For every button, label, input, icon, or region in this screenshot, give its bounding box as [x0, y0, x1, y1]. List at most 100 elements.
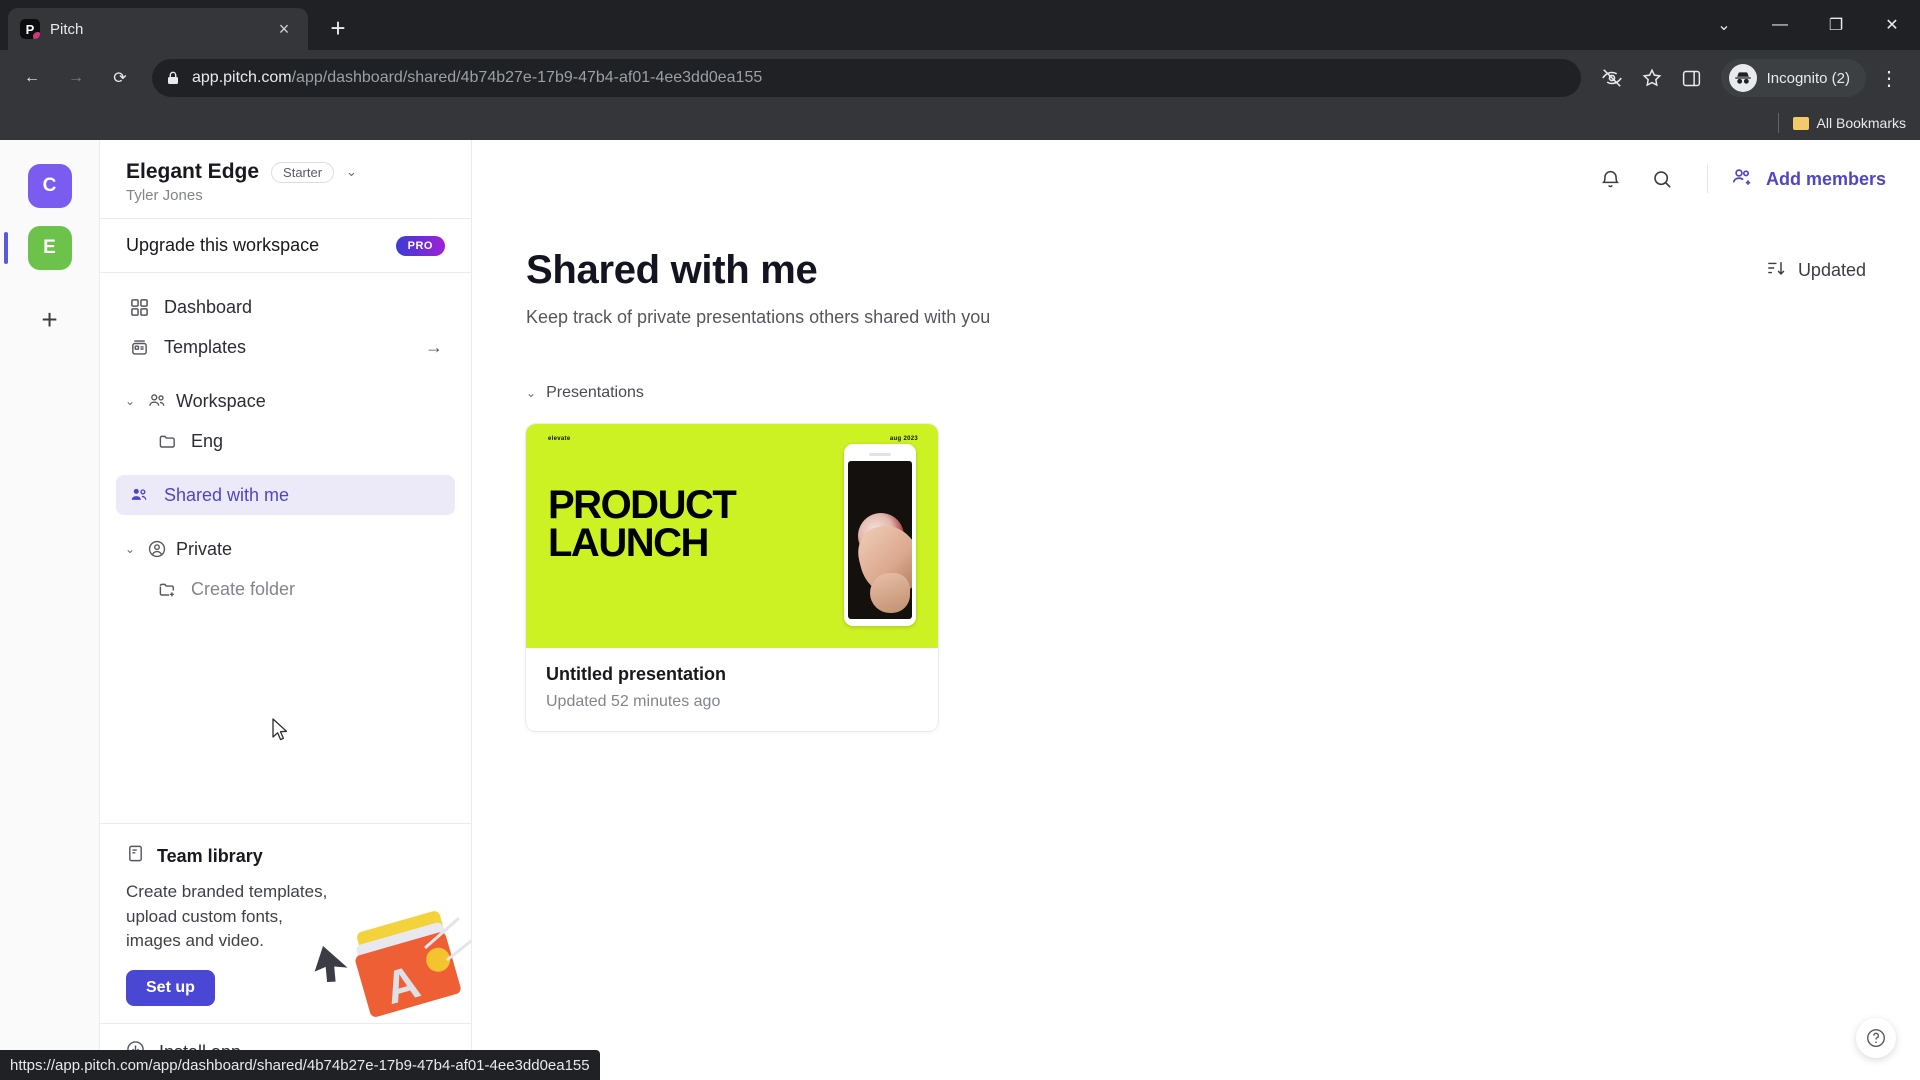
folder-icon: [156, 430, 178, 452]
grid-icon: [128, 296, 150, 318]
add-members-button[interactable]: Add members: [1730, 165, 1886, 194]
maximize-icon[interactable]: ❐: [1808, 0, 1864, 50]
all-bookmarks-label: All Bookmarks: [1816, 115, 1906, 131]
minimize-icon[interactable]: —: [1752, 0, 1808, 50]
workspace-avatar-e[interactable]: E: [3, 226, 72, 270]
search-icon[interactable]: [1641, 157, 1685, 201]
back-icon[interactable]: ←: [12, 58, 52, 98]
presentation-thumbnail: elevate aug 2023 PRODUCT LAUNCH: [526, 424, 938, 648]
thumbnail-title: PRODUCT LAUNCH: [548, 483, 737, 566]
browser-status-bar: https://app.pitch.com/app/dashboard/shar…: [0, 1050, 600, 1080]
address-bar[interactable]: app.pitch.com/app/dashboard/shared/4b74b…: [152, 59, 1581, 97]
phone-notch: [869, 453, 891, 456]
chevron-down-icon[interactable]: ⌄: [526, 386, 536, 400]
templates-icon: [128, 336, 150, 358]
sidebar-item-label: Shared with me: [164, 484, 290, 505]
browser-menu-icon[interactable]: ⋮: [1870, 59, 1908, 97]
sidebar: Elegant Edge Starter ⌄ Tyler Jones Upgra…: [100, 140, 472, 1080]
presentation-card[interactable]: elevate aug 2023 PRODUCT LAUNCH Untitled…: [526, 424, 938, 731]
sidebar-item-create-folder[interactable]: Create folder: [116, 569, 455, 609]
sidebar-group-private[interactable]: ⌄ Private: [116, 529, 455, 569]
chevron-down-icon[interactable]: ⌄: [122, 542, 138, 556]
app-topbar: Add members: [472, 140, 1920, 218]
workspace-avatar-letter: C: [42, 175, 57, 196]
close-window-icon[interactable]: ✕: [1864, 0, 1920, 50]
sidebar-group-workspace[interactable]: ⌄ Workspace: [116, 381, 455, 421]
profile-chip[interactable]: Incognito (2): [1720, 59, 1866, 97]
shared-people-icon: [128, 484, 150, 506]
tab-search-icon[interactable]: ⌄: [1696, 0, 1752, 50]
browser-toolbar: ← → ⟳ app.pitch.com/app/dashboard/shared…: [0, 50, 1920, 106]
reload-icon[interactable]: ⟳: [100, 58, 140, 98]
toolbar-icon-group: [1593, 59, 1711, 97]
forward-icon[interactable]: →: [56, 58, 96, 98]
sidebar-item-shared-with-me[interactable]: Shared with me: [116, 475, 455, 515]
sidebar-item-label: Create folder: [191, 578, 296, 599]
pro-badge: PRO: [395, 235, 445, 256]
sidebar-group-label: Workspace: [176, 390, 266, 411]
close-tab-icon[interactable]: ×: [272, 17, 296, 41]
workspace-rail: C E +: [0, 140, 100, 1080]
workspace-title-row[interactable]: Elegant Edge Starter ⌄: [126, 160, 445, 184]
sidebar-item-templates[interactable]: Templates →: [116, 327, 455, 367]
sidebar-nav: Dashboard Templates → ⌄ Workspace Eng Sh…: [100, 273, 471, 823]
lock-icon: [168, 71, 178, 84]
phone-mockup-image: [844, 444, 916, 626]
browser-tab[interactable]: P Pitch ×: [8, 8, 308, 50]
bookmarks-bar: All Bookmarks: [0, 106, 1920, 140]
folder-plus-icon: [156, 578, 178, 600]
arrow-right-icon[interactable]: →: [425, 337, 443, 358]
sort-label: Updated: [1797, 260, 1866, 280]
sidebar-group-label: Private: [176, 538, 233, 559]
tab-title: Pitch: [50, 20, 84, 38]
section-label: Presentations: [546, 384, 644, 401]
help-button[interactable]: [1856, 1018, 1896, 1058]
plan-badge: Starter: [271, 161, 335, 183]
add-workspace-button[interactable]: +: [28, 298, 72, 342]
set-up-button[interactable]: Set up: [126, 969, 215, 1006]
third-party-cookie-blocked-icon[interactable]: [1593, 59, 1631, 97]
presentation-card-body: Untitled presentation Updated 52 minutes…: [526, 648, 938, 731]
section-presentations-header[interactable]: ⌄ Presentations: [526, 384, 1866, 402]
thumbnail-corner-right: aug 2023: [889, 436, 918, 442]
page-subtitle: Keep track of private presentations othe…: [526, 307, 991, 327]
pitch-app: C E + Elegant Edge Starter ⌄ Tyler Jones…: [0, 140, 1920, 1080]
workspace-avatar-letter: E: [43, 237, 56, 258]
sidebar-item-dashboard[interactable]: Dashboard: [116, 287, 455, 327]
thumbnail-title-line1: PRODUCT: [548, 483, 737, 527]
upgrade-label: Upgrade this workspace: [126, 235, 320, 255]
chevron-down-icon[interactable]: ⌄: [346, 164, 357, 180]
profile-label: Incognito (2): [1766, 69, 1850, 87]
team-library-title: Team library: [157, 845, 263, 866]
team-library-title-row: Team library: [126, 844, 445, 868]
presentation-updated: Updated 52 minutes ago: [546, 693, 721, 710]
workspace-avatar-c[interactable]: C: [27, 164, 72, 208]
window-controls: ⌄ — ❐ ✕: [1696, 0, 1920, 50]
page-header: Shared with me Keep track of private pre…: [526, 248, 1866, 328]
bell-icon[interactable]: [1589, 157, 1633, 201]
pitch-favicon-icon: P: [20, 19, 40, 39]
url-path: /app/dashboard/shared/4b74b27e-17b9-47b4…: [291, 69, 763, 86]
workspace-header: Elegant Edge Starter ⌄ Tyler Jones: [100, 140, 471, 218]
page-title: Shared with me: [526, 248, 818, 292]
upgrade-workspace-button[interactable]: Upgrade this workspace PRO: [100, 219, 471, 272]
workspace-owner: Tyler Jones: [126, 187, 203, 204]
all-bookmarks-button[interactable]: All Bookmarks: [1777, 113, 1906, 133]
sidebar-item-eng[interactable]: Eng: [116, 421, 455, 461]
phone-screen: [848, 461, 912, 619]
sidebar-item-label: Eng: [191, 430, 224, 451]
sidebar-item-label: Dashboard: [164, 296, 253, 317]
new-tab-button[interactable]: +: [318, 8, 358, 48]
sort-control[interactable]: Updated: [1766, 248, 1866, 283]
page-content: Shared with me Keep track of private pre…: [472, 218, 1920, 731]
chevron-down-icon[interactable]: ⌄: [122, 394, 138, 408]
browser-window: P Pitch × + ⌄ — ❐ ✕ ← → ⟳ app.pitch.com/…: [0, 0, 1920, 1080]
library-icon: [126, 844, 145, 868]
bookmark-star-icon[interactable]: [1633, 59, 1671, 97]
side-panel-icon[interactable]: [1673, 59, 1711, 97]
thumbnail-title-line2: LAUNCH: [548, 521, 709, 566]
team-library-illustration: A: [314, 911, 471, 1017]
